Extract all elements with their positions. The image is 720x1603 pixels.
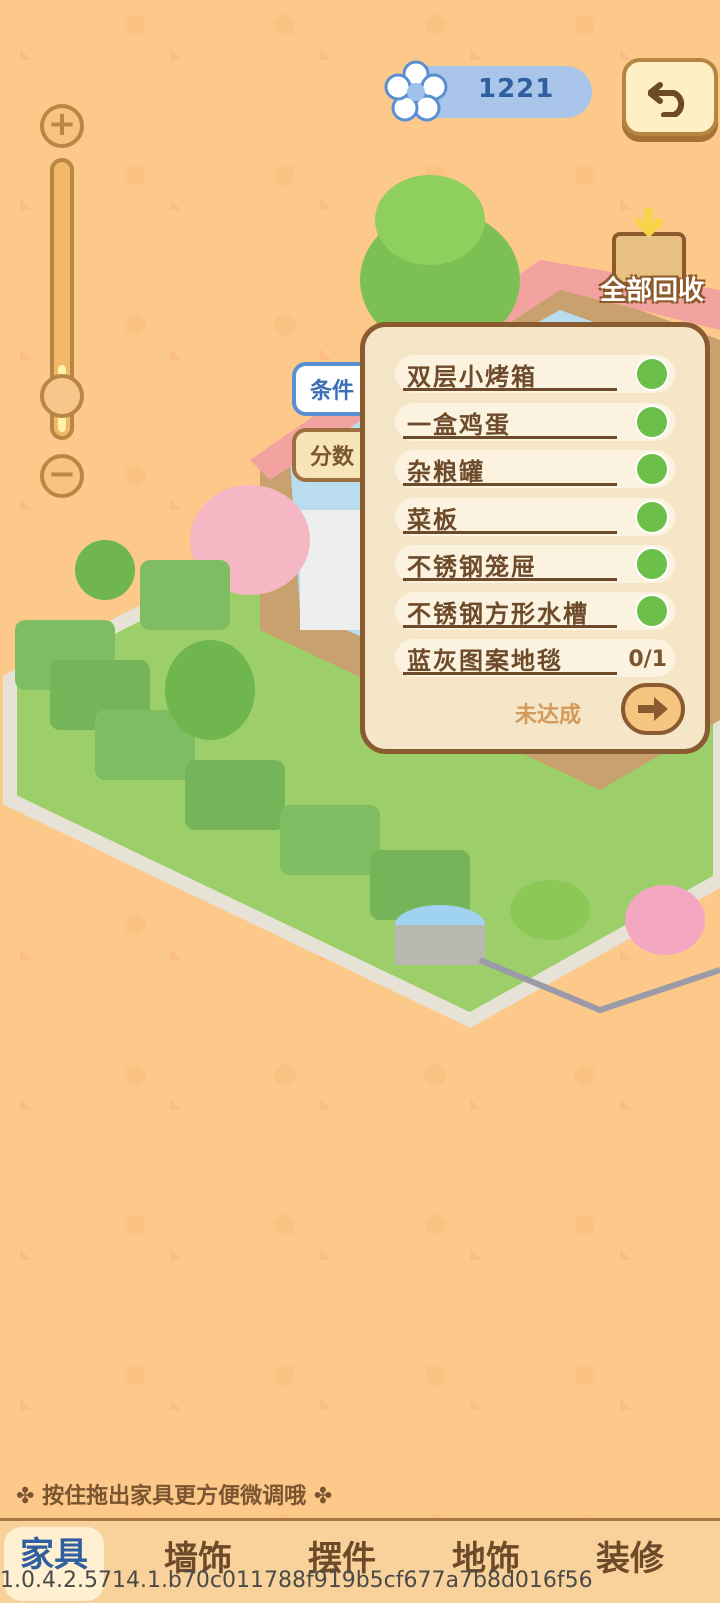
check-icon [635,357,669,391]
condition-underline [403,531,617,534]
version-text: 1.0.4.2.5714.1.b70c011788f919b5cf677a7b8… [0,1568,593,1593]
recycle-all-button[interactable]: 全部回收 [592,270,712,307]
sparkle-icon: ✤ [313,1484,333,1509]
condition-name: 双层小烤箱 [407,363,537,391]
condition-item: 杂粮罐 [395,450,675,488]
check-icon [635,500,669,534]
condition-progress: 0/1 [628,647,667,672]
check-icon [635,594,669,628]
check-icon [635,405,669,439]
hint-text: ✤ 按住拖出家具更方便微调哦 ✤ [16,1478,332,1510]
condition-item: 不锈钢方形水槽 [395,592,675,630]
zoom-out-button[interactable]: − [40,454,84,498]
status-text: 未达成 [515,703,582,728]
condition-name: 不锈钢方形水槽 [407,600,589,628]
zoom-slider-handle[interactable] [40,374,84,418]
next-button[interactable] [621,683,685,735]
hint-label: 按住拖出家具更方便微调哦 [42,1484,307,1509]
condition-underline [403,672,617,675]
conditions-panel: 双层小烤箱 一盒鸡蛋 杂粮罐 菜板 不锈钢笼屉 不锈钢方形水槽 蓝灰图案地毯 0… [360,322,710,754]
condition-name: 蓝灰图案地毯 [407,647,563,675]
condition-underline [403,388,617,391]
condition-underline [403,483,617,486]
condition-name: 杂粮罐 [407,458,485,486]
sparkle-icon: ✤ [16,1484,35,1509]
condition-name: 菜板 [407,506,459,534]
condition-item: 蓝灰图案地毯 0/1 [395,639,675,677]
tab-renovation[interactable]: 装修 [580,1531,680,1580]
currency-amount: 1221 [478,74,555,104]
flower-icon [384,60,448,122]
back-button[interactable] [622,58,718,136]
condition-underline [403,578,617,581]
condition-item: 双层小烤箱 [395,355,675,393]
condition-underline [403,436,617,439]
condition-item: 不锈钢笼屉 [395,545,675,583]
condition-item: 菜板 [395,498,675,536]
zoom-in-button[interactable]: + [40,104,84,148]
condition-name: 不锈钢笼屉 [407,553,537,581]
condition-item: 一盒鸡蛋 [395,403,675,441]
check-icon [635,547,669,581]
condition-name: 一盒鸡蛋 [407,411,511,439]
arrow-right-icon [638,697,668,721]
check-icon [635,452,669,486]
back-icon [648,82,685,117]
condition-underline [403,625,617,628]
